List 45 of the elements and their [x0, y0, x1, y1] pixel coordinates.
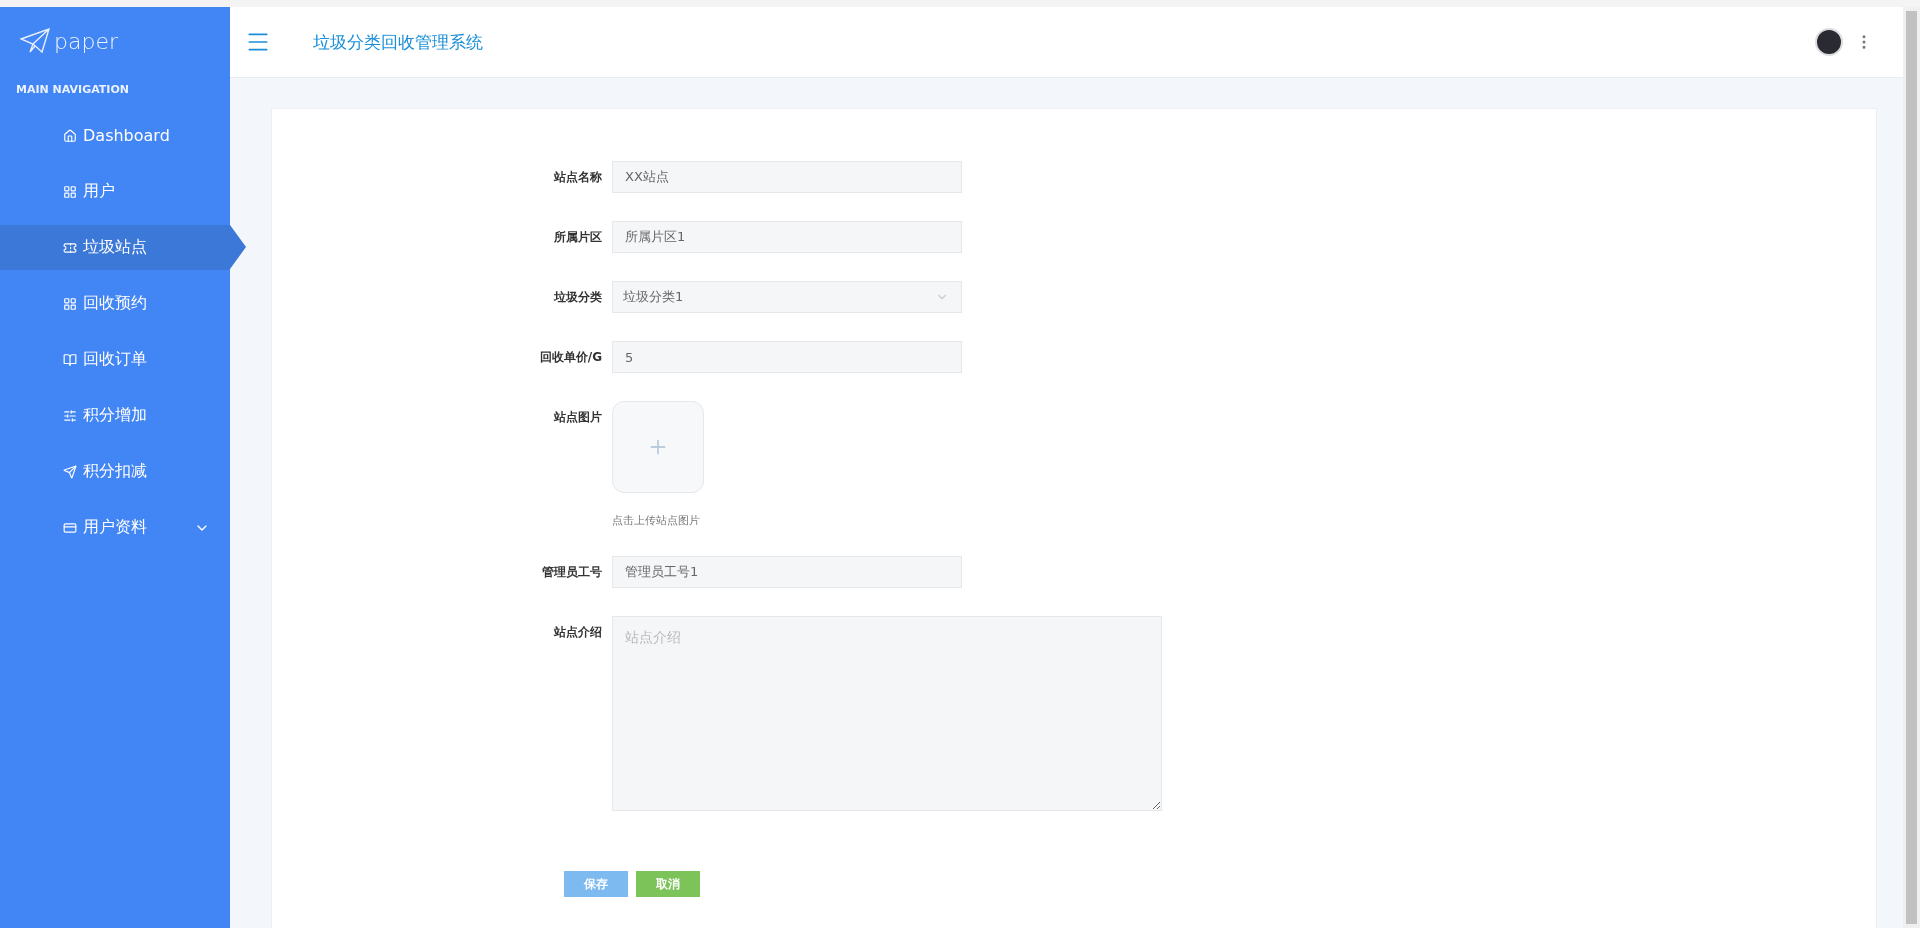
field-label: 站点图片 — [553, 409, 602, 426]
app-title: 垃圾分类回收管理系统 — [313, 30, 484, 54]
nav-item[interactable]: Dashboard — [0, 113, 230, 158]
textarea-field[interactable]: 站点介绍 — [612, 616, 1162, 811]
field-label: 管理员工号 — [541, 564, 602, 581]
nav-label: 垃圾站点 — [83, 237, 148, 258]
nav-item[interactable]: 用户 — [0, 169, 230, 214]
nav-label: Dashboard — [83, 126, 171, 145]
ticket-icon — [63, 240, 77, 255]
select-field[interactable]: 垃圾分类1 — [612, 281, 962, 313]
text-input[interactable]: 5 — [612, 341, 962, 373]
section-title: MAIN NAVIGATION — [15, 82, 130, 98]
nav-label: 回收订单 — [83, 349, 148, 370]
grid-icon — [63, 184, 77, 199]
paper-plane-icon — [20, 28, 50, 54]
nav-label: 积分增加 — [83, 405, 148, 426]
field-label: 回收单价/G — [538, 349, 602, 366]
home-icon — [63, 128, 77, 143]
nav-label: 回收预约 — [83, 293, 148, 314]
nav-item[interactable]: 用户资料 — [0, 505, 230, 550]
nav-item[interactable]: 回收预约 — [0, 281, 230, 326]
field-label: 站点介绍 — [553, 624, 602, 641]
nav-label: 用户资料 — [83, 517, 148, 538]
text-input[interactable]: 所属片区1 — [612, 221, 962, 253]
send-icon — [63, 464, 77, 479]
scrollbar[interactable] — [1903, 7, 1920, 928]
cancel-button[interactable]: 取消 — [636, 871, 700, 897]
nav-label: 用户 — [83, 181, 116, 202]
grid-icon — [63, 296, 77, 311]
logo-text: paper — [54, 28, 118, 54]
text-input[interactable]: 管理员工号1 — [612, 556, 962, 588]
field-label: 所属片区 — [553, 229, 602, 246]
card-icon — [63, 520, 77, 535]
book-icon — [63, 352, 77, 367]
field-label: 垃圾分类 — [552, 289, 602, 306]
nav-item[interactable]: 积分扣减 — [0, 449, 230, 494]
nav-item[interactable]: 积分增加 — [0, 393, 230, 438]
nav-item[interactable]: 回收订单 — [0, 337, 230, 382]
field-label: 站点名称 — [553, 169, 602, 186]
sliders-icon — [63, 408, 77, 423]
text-input[interactable]: XX站点 — [612, 161, 962, 193]
save-button[interactable]: 保存 — [564, 871, 628, 897]
upload-hint: 点击上传站点图片 — [612, 513, 701, 528]
avatar[interactable] — [1815, 28, 1843, 56]
nav-label: 积分扣减 — [83, 461, 148, 482]
